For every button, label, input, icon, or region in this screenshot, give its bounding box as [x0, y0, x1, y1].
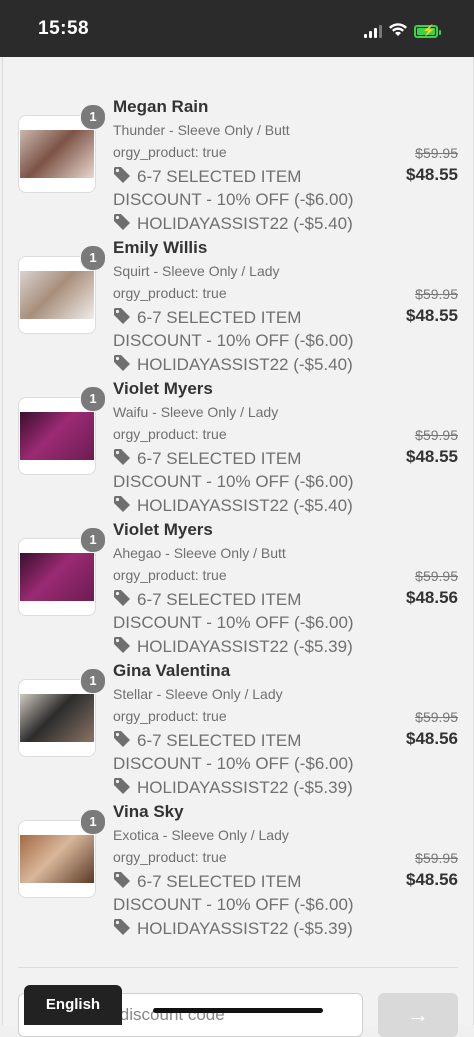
product-variant: Waifu - Sleeve Only / Lady: [113, 404, 279, 420]
product-image: [20, 694, 94, 742]
line-item: 1 Violet Myers Waifu - Sleeve Only / Lady o…: [3, 379, 473, 520]
item-discount: 6-7 SELECTED ITEM DISCOUNT - 10% OFF (-$…: [113, 448, 363, 492]
product-image: [20, 271, 94, 319]
original-price: $59.95: [415, 850, 458, 866]
item-discount: 6-7 SELECTED ITEM DISCOUNT - 10% OFF (-$…: [113, 166, 363, 210]
line-item: 1 Vina Sky Exotica - Sleeve Only / Lady org…: [3, 802, 473, 943]
product-property: orgy_product: true: [113, 144, 227, 160]
quantity-badge: 1: [80, 245, 106, 271]
wifi-icon: [389, 23, 407, 36]
product-variant: Thunder - Sleeve Only / Butt: [113, 122, 290, 138]
price-tag-icon: [113, 871, 131, 894]
product-image: [20, 412, 94, 460]
item-discount-label: 6-7 SELECTED ITEM DISCOUNT - 10% OFF (-$…: [113, 308, 354, 350]
battery-charging-icon: ⚡: [414, 25, 441, 38]
product-property: orgy_product: true: [113, 285, 227, 301]
product-title: Emily Willis: [113, 238, 208, 257]
price-tag-icon: [113, 777, 131, 800]
item-discount: 6-7 SELECTED ITEM DISCOUNT - 10% OFF (-$…: [113, 307, 363, 351]
product-variant: Stellar - Sleeve Only / Lady: [113, 686, 283, 702]
apply-discount-button[interactable]: →: [378, 993, 458, 1037]
price-tag-icon: [113, 495, 131, 518]
discount-code-label: HOLIDAYASSIST22 (-$5.39): [137, 778, 353, 797]
original-price: $59.95: [415, 427, 458, 443]
discount-code-applied: HOLIDAYASSIST22 (-$5.39): [113, 636, 353, 659]
item-discount-label: 6-7 SELECTED ITEM DISCOUNT - 10% OFF (-$…: [113, 872, 354, 914]
price-tag-icon: [113, 448, 131, 471]
product-title: Gina Valentina: [113, 661, 231, 680]
product-image: [20, 835, 94, 883]
original-price: $59.95: [415, 568, 458, 584]
price-tag-icon: [113, 918, 131, 941]
item-discount-label: 6-7 SELECTED ITEM DISCOUNT - 10% OFF (-$…: [113, 449, 354, 491]
product-property: orgy_product: true: [113, 426, 227, 442]
product-title: Megan Rain: [113, 97, 209, 116]
price-tag-icon: [113, 166, 131, 189]
product-variant: Ahegao - Sleeve Only / Butt: [113, 545, 286, 561]
original-price: $59.95: [415, 286, 458, 302]
quantity-badge: 1: [80, 104, 106, 130]
product-title: Violet Myers: [113, 379, 213, 398]
original-price: $59.95: [415, 709, 458, 725]
item-discount: 6-7 SELECTED ITEM DISCOUNT - 10% OFF (-$…: [113, 589, 363, 633]
discount-code-label: HOLIDAYASSIST22 (-$5.40): [137, 214, 353, 233]
original-price: $59.95: [415, 145, 458, 161]
price-tag-icon: [113, 213, 131, 236]
price-tag-icon: [113, 354, 131, 377]
discount-code-label: HOLIDAYASSIST22 (-$5.40): [137, 355, 353, 374]
price-tag-icon: [113, 730, 131, 753]
price-tag-icon: [113, 307, 131, 330]
discount-code-applied: HOLIDAYASSIST22 (-$5.40): [113, 213, 353, 236]
arrow-right-icon: →: [407, 1002, 429, 1027]
quantity-badge: 1: [80, 386, 106, 412]
product-variant: Squirt - Sleeve Only / Lady: [113, 263, 280, 279]
discounted-price: $48.56: [406, 729, 458, 748]
quantity-badge: 1: [80, 527, 106, 553]
home-indicator: [153, 1008, 323, 1013]
quantity-badge: 1: [80, 809, 106, 835]
discount-code-label: HOLIDAYASSIST22 (-$5.40): [137, 496, 353, 515]
status-icons: ⚡: [364, 20, 441, 38]
product-title: Vina Sky: [113, 802, 184, 821]
product-title: Violet Myers: [113, 520, 213, 539]
discount-code-applied: HOLIDAYASSIST22 (-$5.40): [113, 354, 353, 377]
price-tag-icon: [113, 589, 131, 612]
line-item: 1 Gina Valentina Stellar - Sleeve Only / L…: [3, 661, 473, 802]
discount-code-applied: HOLIDAYASSIST22 (-$5.40): [113, 495, 353, 518]
line-item: 1 Megan Rain Thunder - Sleeve Only / Butt o…: [3, 97, 473, 238]
order-summary-sheet: 1 Megan Rain Thunder - Sleeve Only / Butt o…: [2, 57, 474, 1037]
product-image: [20, 130, 94, 178]
discounted-price: $48.56: [406, 588, 458, 607]
discounted-price: $48.56: [406, 870, 458, 889]
line-item: 1 Violet Myers Ahegao - Sleeve Only / Butt…: [3, 520, 473, 661]
discount-code-label: HOLIDAYASSIST22 (-$5.39): [137, 637, 353, 656]
item-discount: 6-7 SELECTED ITEM DISCOUNT - 10% OFF (-$…: [113, 871, 363, 915]
quantity-badge: 1: [80, 668, 106, 694]
cellular-signal-icon: [364, 24, 382, 38]
discount-code-applied: HOLIDAYASSIST22 (-$5.39): [113, 918, 353, 941]
product-property: orgy_product: true: [113, 708, 227, 724]
item-discount-label: 6-7 SELECTED ITEM DISCOUNT - 10% OFF (-$…: [113, 167, 354, 209]
discounted-price: $48.55: [406, 165, 458, 184]
item-discount: 6-7 SELECTED ITEM DISCOUNT - 10% OFF (-$…: [113, 730, 363, 774]
product-property: orgy_product: true: [113, 849, 227, 865]
item-discount-label: 6-7 SELECTED ITEM DISCOUNT - 10% OFF (-$…: [113, 731, 354, 773]
discounted-price: $48.55: [406, 306, 458, 325]
divider: [18, 967, 458, 968]
discount-code-applied: HOLIDAYASSIST22 (-$5.39): [113, 777, 353, 800]
status-bar: 15:58 ⚡: [0, 0, 474, 57]
discounted-price: $48.55: [406, 447, 458, 466]
price-tag-icon: [113, 636, 131, 659]
product-property: orgy_product: true: [113, 567, 227, 583]
language-selector[interactable]: English: [24, 985, 122, 1025]
discount-code-label: HOLIDAYASSIST22 (-$5.39): [137, 919, 353, 938]
line-item: 1 Emily Willis Squirt - Sleeve Only / Lady…: [3, 238, 473, 379]
product-image: [20, 553, 94, 601]
status-time: 15:58: [38, 18, 90, 39]
item-discount-label: 6-7 SELECTED ITEM DISCOUNT - 10% OFF (-$…: [113, 590, 354, 632]
product-variant: Exotica - Sleeve Only / Lady: [113, 827, 289, 843]
